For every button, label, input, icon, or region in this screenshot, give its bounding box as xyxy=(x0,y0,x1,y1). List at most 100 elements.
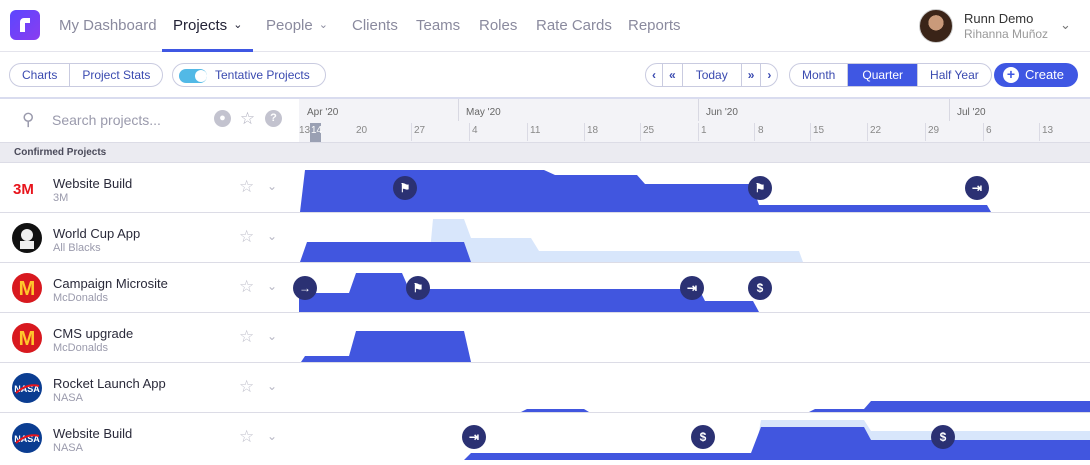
chevron-down-icon[interactable]: ⌄ xyxy=(267,329,277,343)
flag-icon[interactable]: ⚑ xyxy=(406,276,430,300)
nav-roles[interactable]: Roles xyxy=(479,17,517,34)
assignment-chart[interactable] xyxy=(299,213,1090,263)
double-chevron-right-icon[interactable]: » xyxy=(742,64,762,86)
project-name[interactable]: Campaign Microsite xyxy=(53,276,168,291)
end-arrow-icon[interactable]: ⇥ xyxy=(965,176,989,200)
assignment-bar xyxy=(300,242,471,262)
user-org[interactable]: Rihanna Muñoz xyxy=(964,27,1048,41)
create-button[interactable]: + Create xyxy=(994,63,1078,87)
today-button[interactable]: Today xyxy=(683,64,742,86)
project-timeline[interactable]: ⇥ $ $ xyxy=(299,413,1090,460)
avatar[interactable] xyxy=(919,9,953,43)
star-icon[interactable]: ☆ xyxy=(239,177,254,197)
star-icon[interactable]: ☆ xyxy=(239,277,254,297)
double-chevron-left-icon[interactable]: « xyxy=(663,64,683,86)
nav-projects[interactable]: Projects ⌄ xyxy=(173,17,242,34)
toggle-switch[interactable] xyxy=(179,69,207,83)
start-arrow-icon[interactable]: → xyxy=(293,276,317,300)
star-icon[interactable]: ☆ xyxy=(239,327,254,347)
chevron-down-icon[interactable]: ⌄ xyxy=(267,429,277,443)
chevron-down-icon[interactable]: ⌄ xyxy=(1060,17,1071,33)
project-row[interactable]: NASA Rocket Launch App NASA ☆ ⌄ xyxy=(0,363,1090,413)
toggle-knob xyxy=(195,70,207,82)
chevron-down-icon[interactable]: ⌄ xyxy=(267,279,277,293)
month-divider xyxy=(698,99,699,121)
section-label: Confirmed Projects xyxy=(14,147,107,158)
month-button[interactable]: Month xyxy=(790,64,849,86)
project-name[interactable]: Rocket Launch App xyxy=(53,376,166,391)
project-row[interactable]: M CMS upgrade McDonalds ☆ ⌄ xyxy=(0,313,1090,363)
user-name[interactable]: Runn Demo xyxy=(964,11,1033,26)
tentative-projects-toggle[interactable]: Tentative Projects xyxy=(172,63,326,87)
assignment-chart[interactable] xyxy=(299,363,1090,413)
week-divider xyxy=(411,123,412,141)
project-timeline[interactable]: ⚑ ⚑ ⇥ xyxy=(299,163,1090,213)
svg-text:M: M xyxy=(19,278,36,300)
project-row[interactable]: M Campaign Microsite McDonalds ☆ ⌄ → ⚑ ⇥… xyxy=(0,263,1090,313)
week-divider xyxy=(640,123,641,141)
nav-rate-cards[interactable]: Rate Cards xyxy=(536,17,612,34)
nav-my-dashboard[interactable]: My Dashboard xyxy=(59,17,157,34)
flag-icon[interactable]: ⚑ xyxy=(393,176,417,200)
project-timeline[interactable] xyxy=(299,313,1090,363)
dollar-icon[interactable]: $ xyxy=(691,425,715,449)
client-name: McDonalds xyxy=(53,342,109,354)
range-tabs: Month Quarter Half Year xyxy=(789,63,992,87)
nav-reports[interactable]: Reports xyxy=(628,17,681,34)
project-timeline[interactable]: → ⚑ ⇥ $ xyxy=(293,263,1090,313)
nav-teams[interactable]: Teams xyxy=(416,17,460,34)
week-divider xyxy=(925,123,926,141)
project-timeline[interactable] xyxy=(299,363,1090,413)
star-filter-icon[interactable]: ☆ xyxy=(239,110,256,127)
end-arrow-icon[interactable]: ⇥ xyxy=(680,276,704,300)
nav-clients[interactable]: Clients xyxy=(352,17,398,34)
half-year-button[interactable]: Half Year xyxy=(918,64,991,86)
project-timeline[interactable] xyxy=(299,213,1090,263)
chevron-left-icon[interactable]: ‹ xyxy=(646,64,663,86)
view-tabs: Charts Project Stats xyxy=(9,63,164,87)
assignment-chart[interactable] xyxy=(299,313,1090,363)
month-divider xyxy=(458,99,459,121)
project-row[interactable]: NASA Website Build NASA ☆ ⌄ ⇥ $ $ xyxy=(0,413,1090,460)
star-icon[interactable]: ☆ xyxy=(239,427,254,447)
week-divider xyxy=(698,123,699,141)
search-icon: ⚲ xyxy=(22,110,35,129)
week-label: 25 xyxy=(643,125,655,136)
chevron-down-icon[interactable]: ⌄ xyxy=(267,229,277,243)
svg-text:3M: 3M xyxy=(13,181,34,195)
chevron-right-icon[interactable]: › xyxy=(761,64,777,86)
client-name: 3M xyxy=(53,192,69,204)
chevron-down-icon[interactable]: ⌄ xyxy=(267,379,277,393)
project-name[interactable]: World Cup App xyxy=(53,226,140,241)
client-name: NASA xyxy=(53,442,83,454)
month-label: May '20 xyxy=(466,107,501,118)
runn-logo-icon[interactable] xyxy=(10,10,40,40)
timeline-header: Apr '20 May '20 Jun '20 Jul '20 13 14 20… xyxy=(299,97,1090,142)
quarter-button[interactable]: Quarter xyxy=(848,64,919,86)
project-name[interactable]: Website Build xyxy=(53,176,132,191)
project-row[interactable]: 3M Website Build 3M ☆ ⌄ ⚑ ⚑ ⇥ xyxy=(0,163,1090,213)
star-icon[interactable]: ☆ xyxy=(239,227,254,247)
project-row[interactable]: World Cup App All Blacks ☆ ⌄ xyxy=(0,213,1090,263)
help-icon[interactable]: ? xyxy=(265,110,282,127)
search-input[interactable] xyxy=(52,110,202,130)
month-label: Apr '20 xyxy=(307,107,339,118)
project-name[interactable]: CMS upgrade xyxy=(53,326,133,341)
dollar-icon[interactable]: $ xyxy=(748,276,772,300)
chevron-down-icon[interactable]: ⌄ xyxy=(267,179,277,193)
assignment-bar xyxy=(521,409,589,412)
dollar-icon[interactable]: $ xyxy=(931,425,955,449)
project-stats-button[interactable]: Project Stats xyxy=(70,64,162,86)
mcdonalds-logo-icon: M xyxy=(12,323,42,353)
person-filter-icon[interactable]: ● xyxy=(214,110,231,127)
flag-icon[interactable]: ⚑ xyxy=(748,176,772,200)
week-divider xyxy=(527,123,528,141)
project-name[interactable]: Website Build xyxy=(53,426,132,441)
plus-icon: + xyxy=(1003,67,1019,83)
star-icon[interactable]: ☆ xyxy=(239,377,254,397)
charts-button[interactable]: Charts xyxy=(10,64,71,86)
client-name: McDonalds xyxy=(53,292,109,304)
start-arrow-icon[interactable]: ⇥ xyxy=(462,425,486,449)
nav-people[interactable]: People ⌄ xyxy=(266,17,328,34)
month-label: Jul '20 xyxy=(957,107,986,118)
